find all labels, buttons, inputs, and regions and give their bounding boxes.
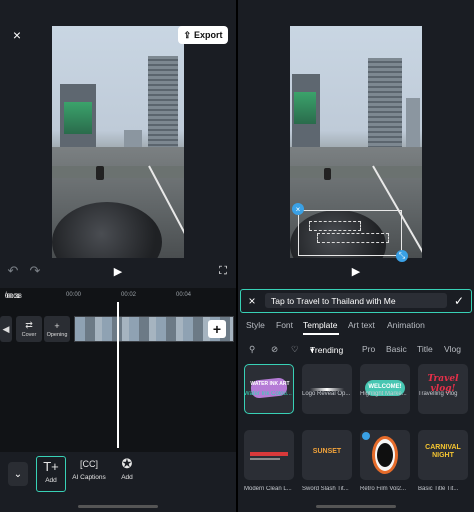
cover-icon: ⇄ [25,320,33,330]
add-clip-button[interactable]: + [208,320,226,338]
template-label: Basic Title Tit... [418,486,459,492]
collapse-button[interactable]: ⌄ [8,462,28,486]
chevron-down-icon: ⌄ [13,468,23,480]
add-text-icon: T+ [43,459,59,474]
add-text-tool[interactable]: T+ Add [36,456,66,492]
upload-icon: ⇪ [183,29,192,40]
resize-handle-icon[interactable]: ⤡ [396,250,408,262]
opening-button[interactable]: + Opening [44,316,70,342]
text-input[interactable] [265,293,447,308]
template-tile[interactable]: Travel vlog! [418,364,468,414]
delete-handle-icon[interactable]: × [292,203,304,215]
text-edit-bar: × ✓ [240,289,472,313]
play-icon[interactable]: ▶ [349,264,363,278]
text-style-tabs: Style Font Template Art text Animation [238,320,474,335]
tab-font[interactable]: Font [276,320,293,330]
template-label: Retro Film Vol2... [360,486,407,492]
add-sticker-tool[interactable]: ✪ Add [112,456,142,481]
tab-underline [303,333,339,335]
video-preview[interactable] [290,26,422,258]
download-badge-icon [362,432,370,440]
close-icon[interactable]: × [245,293,259,308]
close-icon[interactable]: × [8,26,26,44]
redo-icon[interactable]: ↷ [28,263,42,278]
play-icon[interactable]: ▶ [111,264,125,278]
template-label: Water Ink Colou... [244,391,292,397]
ai-captions-tool[interactable]: [CC] AI Captions [72,456,106,481]
template-tile[interactable] [244,430,294,480]
template-tile[interactable]: WELCOME! [360,364,410,414]
bottom-toolbar: ⌄ T+ Add [CC] AI Captions ✪ Add [0,452,236,512]
time-readout: 00:01/00:38 [5,292,22,300]
editor-panel-left: × ⇪ Export ↶ ↷ ▶ ⛶ 00:01/00:38 00:00 00:… [0,0,236,512]
none-icon[interactable]: ⊘ [271,344,278,355]
template-filters: ⚲ ⊘ ♡ Trending ▾ Pro Basic Title Vlog [249,344,462,355]
tab-style[interactable]: Style [246,320,265,330]
template-text-placeholder [309,221,361,231]
captions-icon: [CC] [80,459,98,469]
template-tile[interactable] [360,430,410,480]
template-label: Highlight Marke... [360,391,407,397]
tab-template[interactable]: Template [303,320,338,330]
tab-animation[interactable]: Animation [387,320,425,330]
template-tile[interactable]: SUNSET [302,430,352,480]
speaker-icon: ◀ [2,323,10,334]
confirm-check-icon[interactable]: ✓ [451,293,467,308]
home-indicator [316,505,396,508]
timeline-ruler: 00:01/00:38 00:00 00:02 00:04 [5,292,192,300]
filter-basic[interactable]: Basic [386,344,407,354]
filter-vlog[interactable]: Vlog [444,344,461,354]
filter-title[interactable]: Title [417,344,433,354]
home-indicator [78,505,158,508]
template-label: Logo Reveal Op... [302,391,351,397]
search-icon[interactable]: ⚲ [249,344,255,355]
template-label: Sword Slash Tit... [302,486,349,492]
video-preview[interactable] [52,26,184,258]
caret-down-icon: ▾ [310,345,315,355]
export-button[interactable]: ⇪ Export [178,26,228,44]
fullscreen-icon[interactable]: ⛶ [216,264,230,278]
playhead[interactable] [117,302,119,448]
mute-button[interactable]: ◀ [0,316,12,342]
editor-panel-right: × ⤡ ▶ × ✓ Style Font Template Art text A… [238,0,474,512]
text-overlay-box[interactable] [298,210,402,256]
filter-pro[interactable]: Pro [362,344,375,354]
cover-button[interactable]: ⇄ Cover [16,316,42,342]
template-tile[interactable] [302,364,352,414]
playback-controls: ↶ ↷ ▶ ⛶ [0,262,236,282]
template-label: Travelling Vlog [418,391,458,397]
template-tile[interactable]: WATER INK ART [244,364,294,414]
sticker-icon: ✪ [121,456,133,471]
template-label: Modern Clean L... [244,486,292,492]
tab-art-text[interactable]: Art text [348,320,375,330]
favorite-heart-icon[interactable]: ♡ [291,344,299,355]
undo-icon[interactable]: ↶ [6,263,20,278]
template-tile[interactable]: CARNIVAL NIGHT [418,430,468,480]
template-text-placeholder [317,233,389,243]
plus-icon: + [54,320,60,331]
playback-controls: ▶ [238,262,474,282]
